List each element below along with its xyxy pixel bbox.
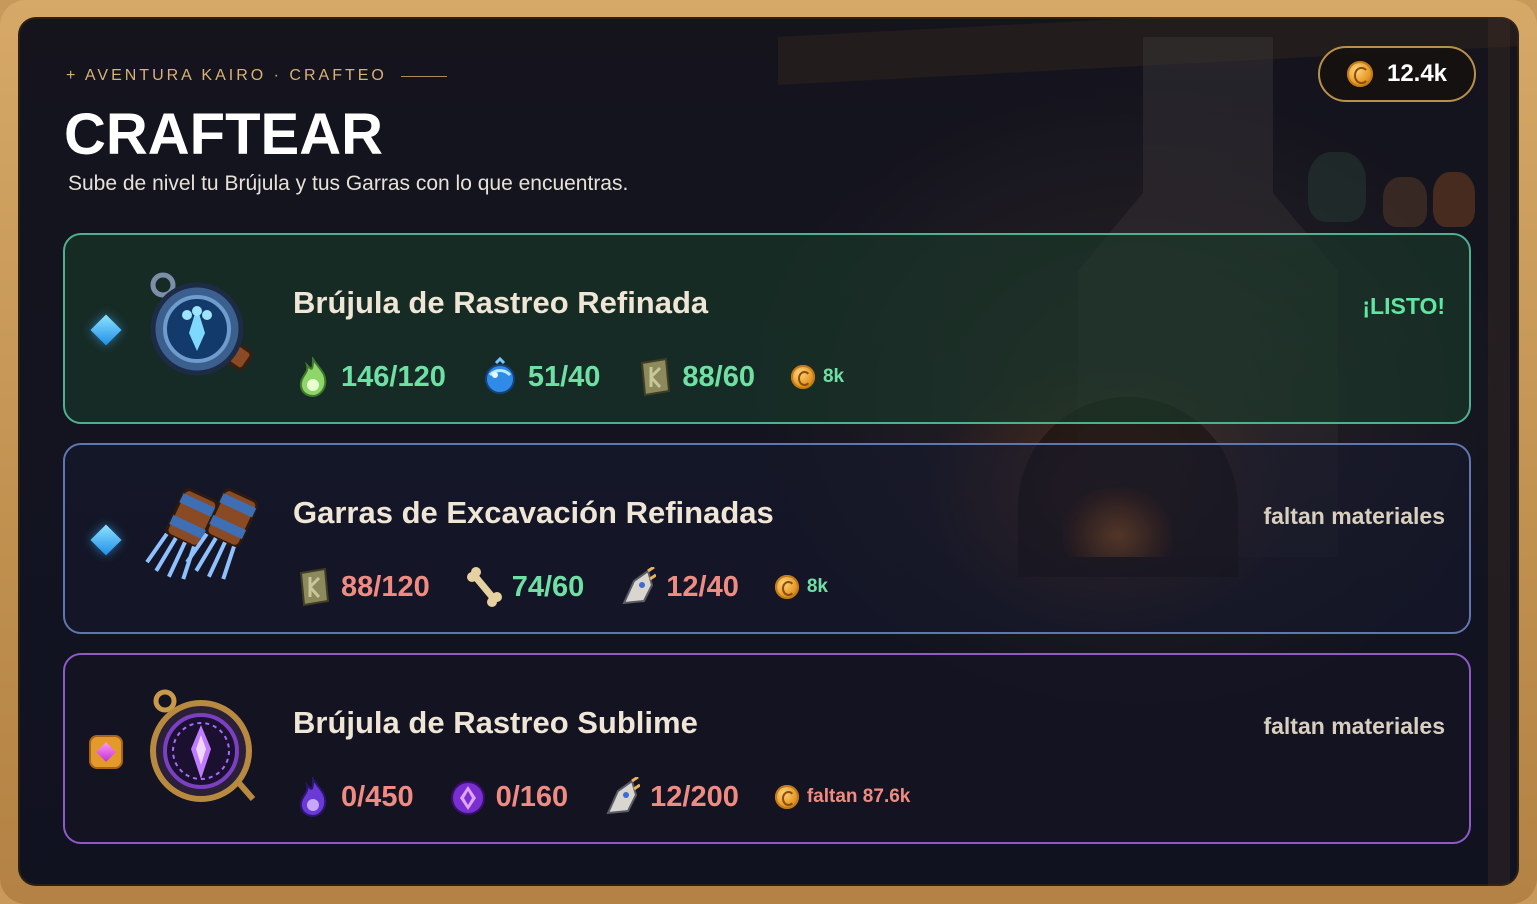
green-flame-icon [299,357,327,397]
material-requirement: 146/120 [295,357,446,397]
material-requirement: 88/60 [636,357,755,397]
page-subtitle: Sube de nivel tu Brújula y tus Garras co… [68,172,629,195]
recipe-title: Garras de Excavación Refinadas [293,495,774,530]
beast-skull-icon [622,567,657,605]
page-title: CRAFTEAR [64,102,383,167]
recipe-status-missing: faltan materiales [1263,713,1445,739]
gold-cost: 8k [790,365,845,389]
recipe-title: Brújula de Rastreo Sublime [293,705,698,740]
recipe-title: Brújula de Rastreo Refinada [293,285,709,320]
recipe-status-ready: ¡LISTO! [1362,293,1445,319]
material-amount: 88/60 [682,360,755,393]
gold-cost: faltan 87.6k [774,785,911,809]
material-amount: 74/60 [511,570,585,603]
material-requirement: 12/200 [604,777,739,817]
claws-icon [145,488,259,580]
recipe-requirements: 146/120 51/40 88/60 8k [295,353,844,401]
gold-cost-value: faltan 87.6k [806,786,911,807]
crafting-panel: + AVENTURA KAIRO · CRAFTEO CRAFTEAR Sube… [18,17,1519,886]
recipe-status-missing: faltan materiales [1263,503,1445,529]
recipe-card[interactable]: Garras de Excavación Refinadas faltan ma… [63,443,1471,634]
gold-coin-icon [1346,61,1373,87]
recipe-card[interactable]: Brújula de Rastreo Sublime faltan materi… [63,653,1471,844]
tier-diamond-icon [90,524,122,556]
gold-coin-icon [774,575,799,599]
recipe-card[interactable]: Brújula de Rastreo Refinada ¡LISTO! 146/… [63,233,1471,424]
purple-gem-icon [450,781,485,815]
tier-gem-icon [91,737,121,767]
material-requirement: 0/160 [450,777,569,817]
background-post [1488,17,1510,886]
gold-coin-icon [774,785,799,809]
breadcrumb-divider [400,75,447,77]
gold-cost-value: 8k [822,366,845,387]
material-amount: 51/40 [527,360,601,393]
material-amount: 0/160 [495,780,569,813]
material-requirement: 88/120 [295,567,430,607]
material-requirement: 12/40 [620,567,739,607]
material-amount: 146/120 [341,360,446,393]
material-requirement: 0/450 [295,777,414,817]
compass-icon [150,272,253,376]
material-amount: 12/40 [666,570,739,603]
material-amount: 12/200 [650,780,739,813]
recipe-requirements: 0/450 0/160 12/200 faltan 87.6k [295,773,910,821]
sublime-compass-icon [150,689,256,802]
bone-icon [466,567,502,607]
material-requirement: 74/60 [466,567,585,607]
recipe-requirements: 88/120 74/60 12/40 8k [295,563,828,611]
background-jar [1433,172,1475,227]
gold-coin-icon [790,365,815,389]
beast-skull-icon [606,777,641,815]
background-jar [1383,177,1427,227]
gold-cost-value: 8k [806,576,828,597]
gold-cost: 8k [774,575,828,599]
blue-orb-icon [484,357,515,394]
breadcrumb: + AVENTURA KAIRO · CRAFTEO [66,67,447,85]
purple-flame-icon [299,777,327,817]
breadcrumb-text: + AVENTURA KAIRO · CRAFTEO [66,67,387,84]
coin-balance-value: 12.4k [1386,60,1448,87]
material-requirement: 51/40 [482,357,601,397]
coin-balance: 12.4k [1318,46,1476,102]
material-amount: 88/120 [341,570,430,603]
material-amount: 0/450 [341,780,414,813]
rune-stone-icon [299,567,330,607]
tier-diamond-icon [90,314,122,346]
rune-stone-icon [641,357,671,397]
background-jar [1308,152,1366,222]
